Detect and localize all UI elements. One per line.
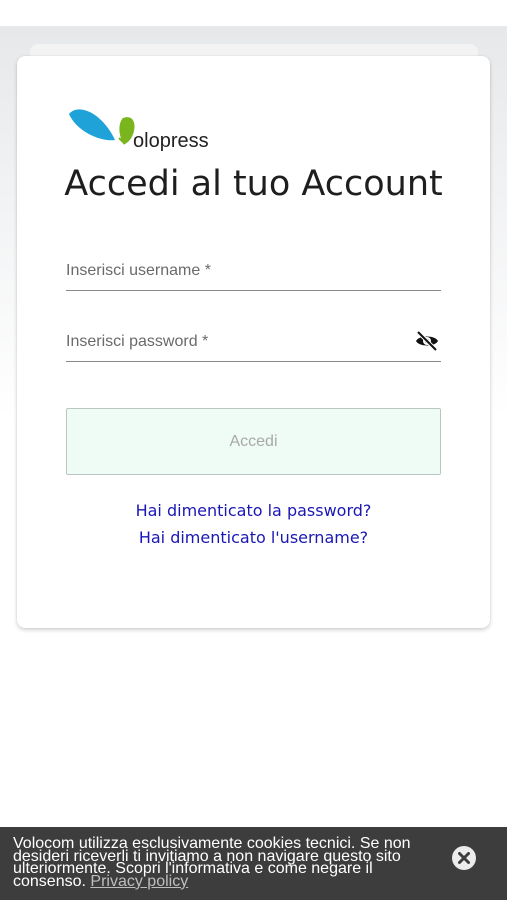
cookie-banner: Volocom utilizza esclusivamente cookies …	[0, 827, 507, 900]
page-title: Accedi al tuo Account	[64, 164, 443, 204]
login-button[interactable]: Accedi	[66, 408, 441, 475]
password-field	[66, 327, 441, 362]
cookie-message-text: Volocom utilizza esclusivamente cookies …	[13, 835, 411, 890]
eye-slash-icon[interactable]	[415, 329, 439, 353]
login-card: olopress Accedi al tuo Account Accedi Ha…	[17, 56, 490, 628]
forgot-username-link[interactable]: Hai dimenticato l'username?	[17, 528, 490, 547]
privacy-policy-link[interactable]: Privacy policy	[90, 873, 188, 890]
username-field	[66, 256, 441, 291]
cookie-message: Volocom utilizza esclusivamente cookies …	[13, 835, 438, 890]
volopress-logo: olopress	[65, 104, 215, 152]
forgot-password-link[interactable]: Hai dimenticato la password?	[17, 501, 490, 520]
logo-text: olopress	[133, 130, 209, 152]
username-input[interactable]	[66, 256, 406, 286]
close-circle-icon[interactable]	[451, 845, 477, 871]
password-input[interactable]	[66, 327, 406, 357]
